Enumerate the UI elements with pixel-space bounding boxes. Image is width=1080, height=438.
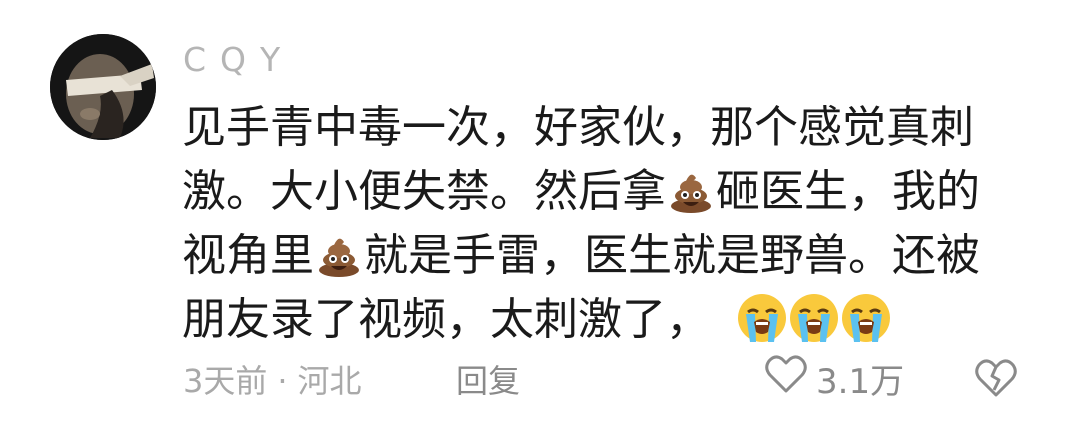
- like-button[interactable]: 3.1万: [764, 354, 904, 403]
- loudly-crying-face-emoji: [840, 292, 892, 344]
- comment-line: 朋友录了视频，太刺激了，: [182, 288, 1032, 352]
- comment-line: 激。大小便失禁。然后拿 砸医生，我的: [182, 160, 1032, 224]
- comment-text-segment: 见手青中毒一次，好家伙，那个感觉真刺: [182, 102, 974, 153]
- comment-text-segment: 砸医生，我的: [716, 166, 980, 217]
- comment-text-segment: 激。大小便失禁。然后拿: [182, 166, 666, 217]
- meta-separator: ·: [277, 362, 288, 400]
- poop-emoji: [316, 232, 362, 278]
- loudly-crying-face-emoji: [736, 292, 788, 344]
- reply-button[interactable]: 回复: [456, 356, 520, 402]
- like-count: 3.1万: [816, 362, 905, 402]
- comment-text-segment: 就是手雷，医生就是野兽。还被: [364, 230, 980, 281]
- comment-line: 视角里 就是手雷，医生就是野兽。还被: [182, 224, 1032, 288]
- avatar[interactable]: [50, 34, 156, 140]
- comment-text: 见手青中毒一次，好家伙，那个感觉真刺 激。大小便失禁。然后拿 砸医生，我的 视角…: [182, 96, 1032, 352]
- broken-heart-icon[interactable]: [974, 359, 1018, 402]
- comment-text-segment: 朋友录了视频，太刺激了，: [182, 294, 710, 345]
- dislike-button[interactable]: [974, 358, 1018, 402]
- heart-icon[interactable]: [764, 354, 808, 403]
- poop-emoji: [668, 168, 714, 214]
- loudly-crying-face-emoji: [788, 292, 840, 344]
- comment-line: 见手青中毒一次，好家伙，那个感觉真刺: [182, 96, 1032, 160]
- comment-text-segment: 视角里: [182, 230, 314, 281]
- comment-meta: 3天前 · 河北: [183, 356, 362, 402]
- location: 河北: [297, 362, 362, 400]
- username[interactable]: CQY: [183, 40, 294, 79]
- timestamp: 3天前: [183, 362, 268, 400]
